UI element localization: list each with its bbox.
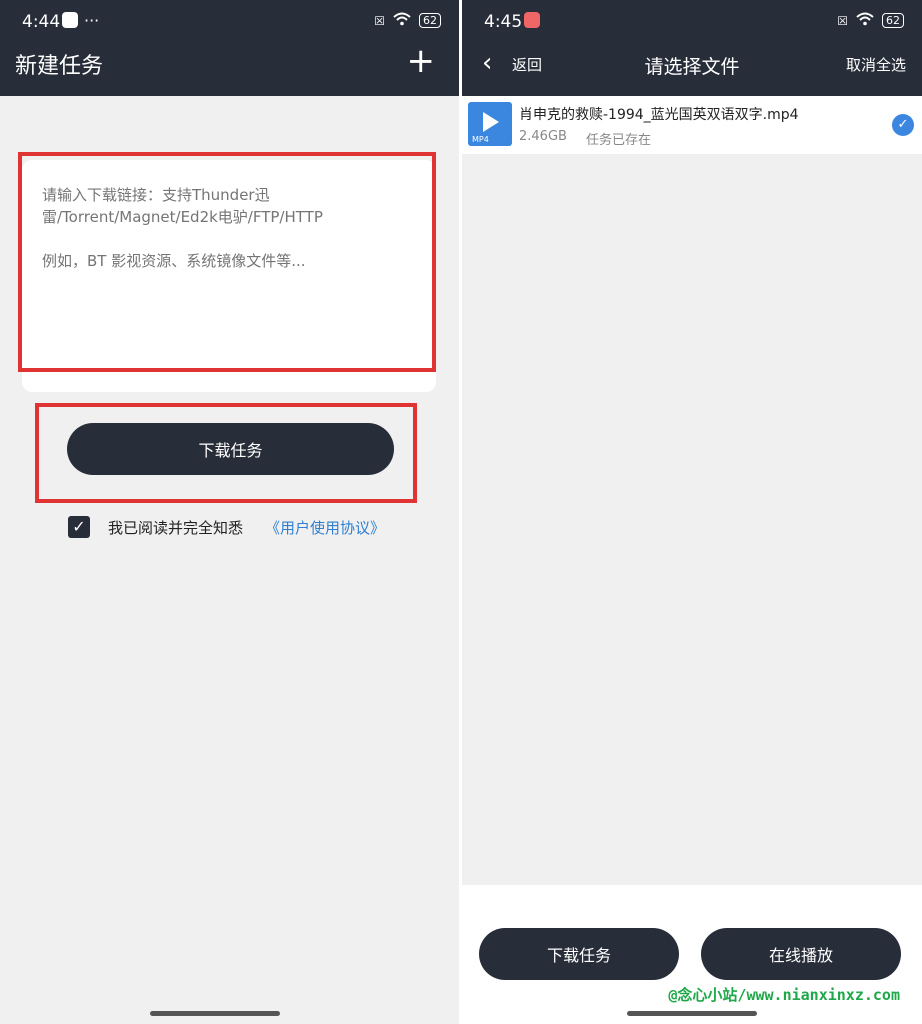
file-size: 2.46GB: [519, 129, 567, 144]
no-sim-icon: ☒: [374, 13, 385, 28]
plus-icon[interactable]: +: [407, 44, 436, 78]
new-task-screen: 4:44 ··· ☒ 62 新建任务 + 下载任务 ✓ 我已阅读并完全知悉 《用…: [0, 0, 459, 1024]
battery-icon: 62: [882, 13, 904, 28]
home-indicator[interactable]: [150, 1011, 280, 1016]
file-list-item[interactable]: MP4 肖申克的救赎-1994_蓝光国英双语双字.mp4 2.46GB 任务已存…: [462, 96, 922, 154]
wifi-icon: [856, 12, 874, 29]
file-ext-label: MP4: [472, 135, 489, 144]
link-input-card: [22, 160, 436, 392]
app-bar: 4:45 ☒ 62 ‹ 返回 请选择文件 取消全选: [462, 0, 922, 96]
selected-check-icon[interactable]: ✓: [892, 114, 914, 136]
play-online-button[interactable]: 在线播放: [701, 928, 901, 980]
battery-icon: 62: [419, 13, 441, 28]
page-title: 新建任务: [15, 54, 104, 79]
notification-app-icon: [524, 12, 540, 28]
play-icon: [483, 112, 499, 132]
status-time: 4:45: [484, 12, 523, 32]
status-time: 4:44: [22, 12, 61, 32]
status-icons: ☒ 62: [374, 12, 441, 29]
video-file-icon: MP4: [468, 102, 512, 146]
status-icons: ☒ 62: [837, 12, 904, 29]
file-status: 任务已存在: [586, 133, 652, 148]
file-name: 肖申克的救赎-1994_蓝光国英双语双字.mp4: [519, 107, 799, 123]
select-files-screen: 4:45 ☒ 62 ‹ 返回 请选择文件 取消全选 MP4 肖申克的救赎-199…: [462, 0, 922, 1024]
watermark-text: @念心小站/www.nianxinxz.com: [668, 986, 900, 1004]
home-indicator[interactable]: [627, 1011, 757, 1016]
notification-app-icon: [62, 12, 78, 28]
app-bar: 4:44 ··· ☒ 62 新建任务 +: [0, 0, 459, 96]
download-link-input[interactable]: [40, 182, 414, 386]
agreement-row: ✓ 我已阅读并完全知悉 《用户使用协议》: [68, 516, 385, 538]
user-agreement-link[interactable]: 《用户使用协议》: [265, 517, 385, 538]
more-notifications-icon: ···: [84, 11, 100, 30]
download-task-button[interactable]: 下载任务: [479, 928, 679, 980]
agree-checkbox[interactable]: ✓: [68, 516, 90, 538]
download-task-button[interactable]: 下载任务: [67, 423, 394, 475]
wifi-icon: [393, 12, 411, 29]
no-sim-icon: ☒: [837, 13, 848, 28]
deselect-all-button[interactable]: 取消全选: [846, 54, 906, 75]
agree-text: 我已阅读并完全知悉: [108, 518, 244, 537]
